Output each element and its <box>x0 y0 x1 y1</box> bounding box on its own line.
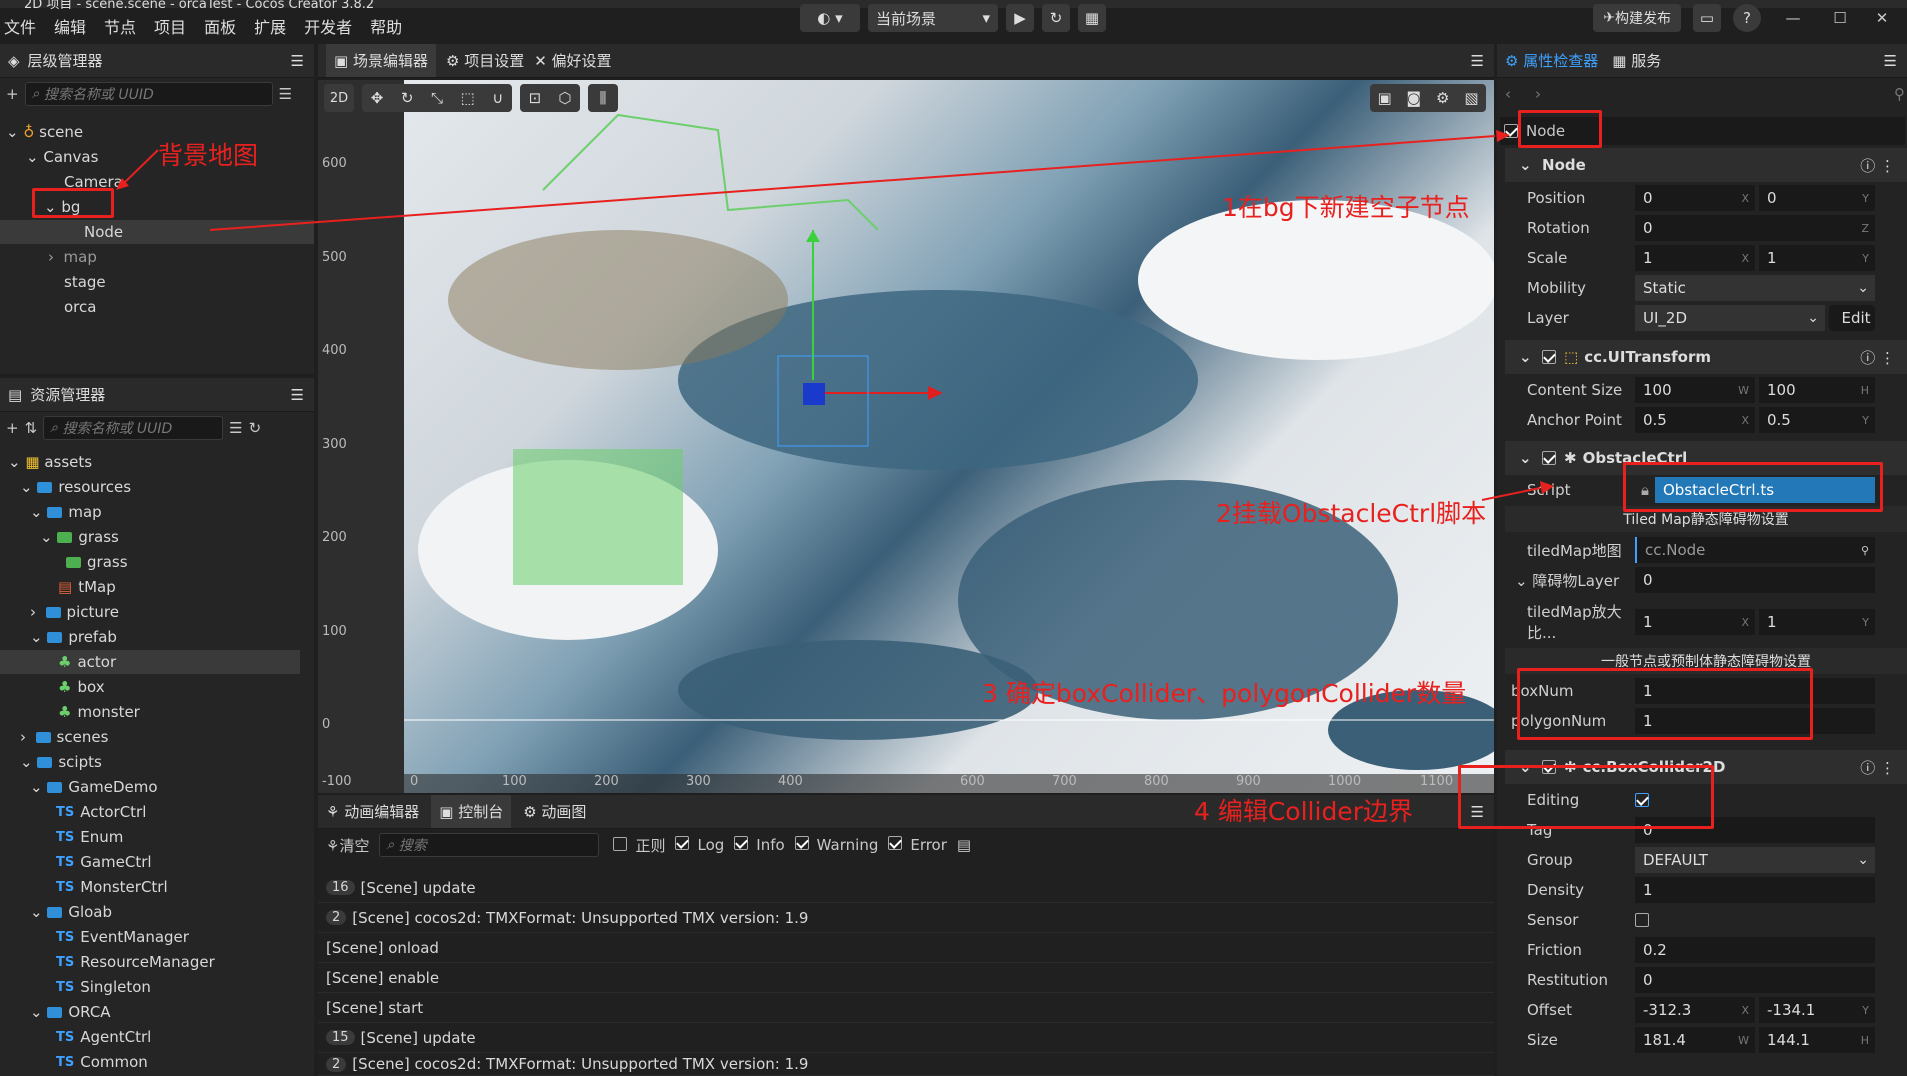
annotation-arrows <box>116 130 1554 501</box>
